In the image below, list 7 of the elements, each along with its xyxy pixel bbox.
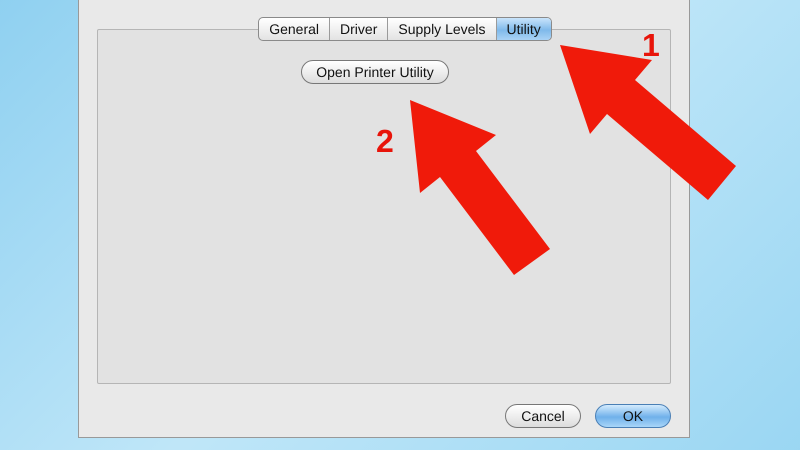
cancel-button[interactable]: Cancel <box>505 404 581 428</box>
open-utility-button[interactable]: Open Printer Utility <box>301 60 449 84</box>
step-number: 1 <box>642 28 660 62</box>
tab[interactable]: Utility <box>496 18 551 40</box>
tab[interactable]: Driver <box>330 18 388 40</box>
step-number: 2 <box>376 124 394 158</box>
ok-button[interactable]: OK <box>595 404 671 428</box>
